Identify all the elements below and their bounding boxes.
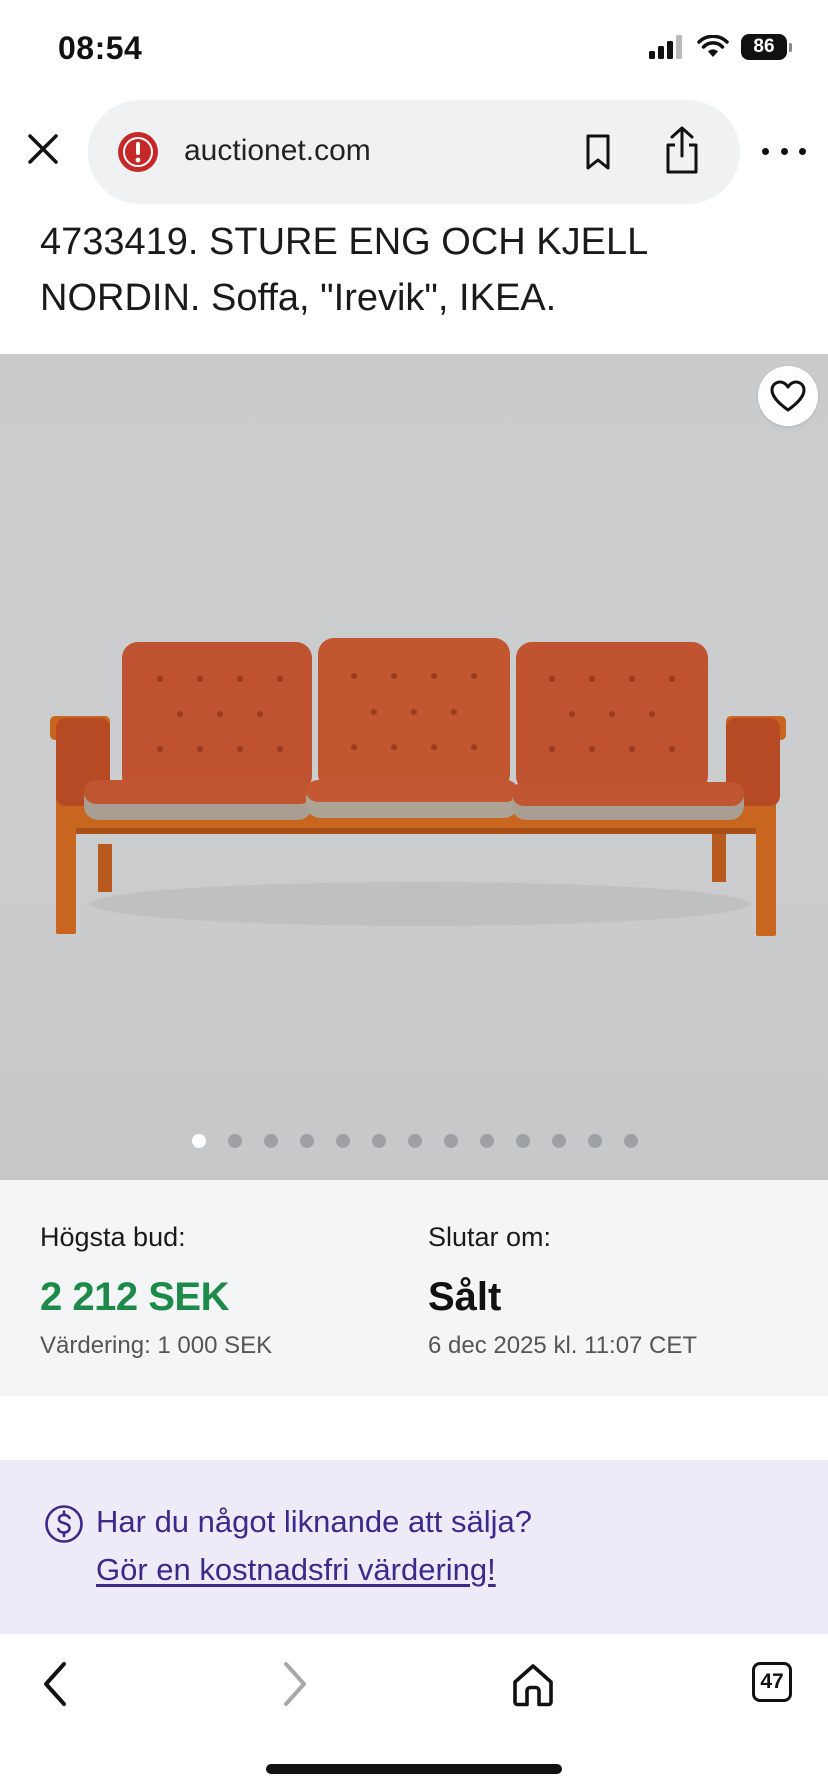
back-icon[interactable] xyxy=(34,1656,78,1712)
battery-indicator: 86 xyxy=(741,34,792,60)
free-valuation-link[interactable]: Gör en kostnadsfri värdering! xyxy=(96,1552,496,1588)
ends-label: Slutar om: xyxy=(428,1222,552,1252)
sell-banner: Har du något liknande att sälja? Gör en … xyxy=(0,1460,828,1634)
site-warning-icon[interactable] xyxy=(116,130,160,174)
close-button[interactable] xyxy=(22,128,64,170)
gallery-dot[interactable] xyxy=(300,1134,314,1148)
browser-url-row: auctionet.com xyxy=(0,100,828,204)
gallery-dot[interactable] xyxy=(228,1134,242,1148)
address-bar[interactable]: auctionet.com xyxy=(88,100,740,204)
gallery-dot[interactable] xyxy=(444,1134,458,1148)
status-time: 08:54 xyxy=(58,30,143,66)
url-text[interactable]: auctionet.com xyxy=(184,134,371,168)
sofa-photo xyxy=(50,638,786,936)
cellular-signal-icon xyxy=(649,35,682,59)
dollar-icon xyxy=(45,1505,83,1543)
gallery-dot[interactable] xyxy=(372,1134,386,1148)
gallery-dot[interactable] xyxy=(588,1134,602,1148)
forward-icon[interactable] xyxy=(272,1656,316,1712)
end-date: 6 dec 2025 kl. 11:07 CET xyxy=(428,1332,698,1359)
share-icon[interactable] xyxy=(660,124,704,178)
valuation-text: Värdering: 1 000 SEK xyxy=(40,1332,273,1359)
highest-bid-value: 2 212 SEK xyxy=(40,1275,229,1319)
more-options-button[interactable] xyxy=(762,136,806,166)
more-dot xyxy=(780,147,788,155)
bid-info-panel: Högsta bud: 2 212 SEK Värdering: 1 000 S… xyxy=(0,1180,828,1396)
gallery-dot[interactable] xyxy=(264,1134,278,1148)
sell-question: Har du något liknande att sälja? xyxy=(96,1504,533,1539)
gallery-dot[interactable] xyxy=(408,1134,422,1148)
ends-section: Slutar om: Sålt 6 dec 2025 kl. 11:07 CET xyxy=(428,1222,697,1360)
wifi-icon xyxy=(697,35,729,57)
gallery-dot[interactable] xyxy=(192,1134,206,1148)
battery-level: 86 xyxy=(741,34,787,60)
lot-title: 4733419. STURE ENG OCH KJELL NORDIN. Sof… xyxy=(40,221,647,319)
gallery-dot[interactable] xyxy=(552,1134,566,1148)
gallery-dot[interactable] xyxy=(624,1134,638,1148)
home-icon[interactable] xyxy=(508,1656,558,1712)
close-icon xyxy=(28,134,58,164)
bookmark-icon[interactable] xyxy=(578,130,618,174)
gallery-dot[interactable] xyxy=(336,1134,350,1148)
tabs-button[interactable]: 47 xyxy=(752,1662,792,1702)
status-bar: 08:54 86 xyxy=(0,0,828,100)
highest-bid-label: Högsta bud: xyxy=(40,1222,186,1252)
sold-status: Sålt xyxy=(428,1275,502,1319)
gallery-dot[interactable] xyxy=(516,1134,530,1148)
gallery-dot[interactable] xyxy=(480,1134,494,1148)
favorite-button[interactable] xyxy=(758,366,818,426)
home-indicator xyxy=(266,1764,562,1774)
gallery-pagination xyxy=(0,1134,828,1148)
status-icons: 86 xyxy=(649,34,792,60)
more-dot xyxy=(762,147,769,155)
more-dot xyxy=(799,147,806,155)
product-image-gallery[interactable] xyxy=(0,354,828,1180)
heart-icon xyxy=(770,380,806,412)
battery-tip xyxy=(789,42,792,52)
highest-bid-section: Högsta bud: 2 212 SEK Värdering: 1 000 S… xyxy=(40,1222,272,1360)
